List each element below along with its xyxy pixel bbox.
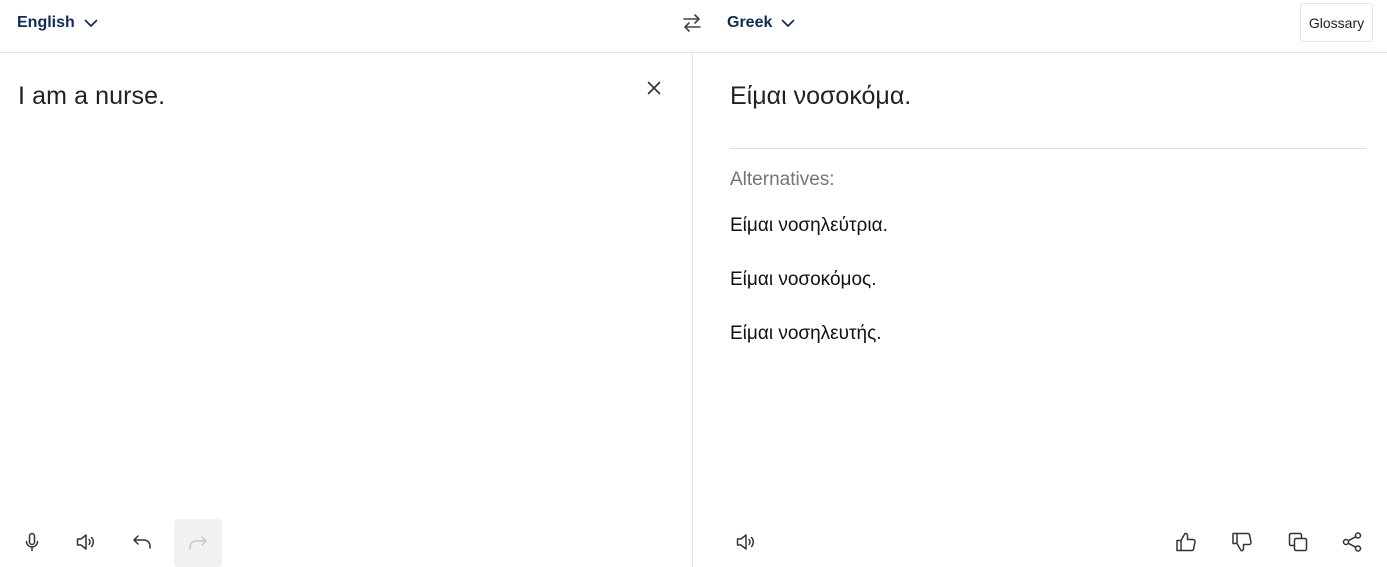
target-language-select[interactable]: Greek bbox=[727, 0, 796, 46]
swap-arrows-icon bbox=[683, 14, 701, 32]
alternatives-divider bbox=[730, 148, 1366, 149]
bad-translation-button[interactable] bbox=[1222, 522, 1262, 562]
speaker-icon bbox=[736, 534, 754, 550]
source-text-input[interactable]: I am a nurse. bbox=[18, 82, 165, 111]
chevron-down-icon bbox=[782, 19, 795, 27]
listen-translation-button[interactable] bbox=[726, 522, 766, 562]
glossary-button[interactable]: Glossary bbox=[1300, 3, 1373, 42]
translation-output: Είμαι νοσοκόμα. bbox=[730, 82, 912, 110]
redo-icon bbox=[189, 536, 207, 550]
speaker-icon bbox=[76, 534, 94, 550]
panel-divider bbox=[692, 53, 693, 567]
chevron-down-icon bbox=[84, 19, 98, 27]
microphone-icon bbox=[25, 532, 39, 552]
listen-source-button[interactable] bbox=[66, 522, 106, 562]
clear-text-button[interactable] bbox=[642, 76, 666, 100]
good-translation-button[interactable] bbox=[1166, 522, 1206, 562]
target-language-label: Greek bbox=[727, 14, 773, 31]
microphone-button[interactable] bbox=[12, 522, 52, 562]
copy-icon bbox=[1288, 532, 1308, 552]
share-translation-button[interactable] bbox=[1332, 522, 1372, 562]
thumbs-up-icon bbox=[1176, 532, 1196, 552]
copy-translation-button[interactable] bbox=[1278, 522, 1318, 562]
source-language-select[interactable]: English bbox=[17, 0, 99, 46]
redo-button[interactable] bbox=[174, 519, 222, 567]
alternative-item[interactable]: Είμαι νοσηλεύτρια. bbox=[730, 215, 888, 237]
alternative-item[interactable]: Είμαι νοσοκόμος. bbox=[730, 269, 876, 291]
undo-button[interactable] bbox=[122, 522, 162, 562]
source-language-label: English bbox=[17, 14, 75, 31]
share-icon bbox=[1342, 532, 1362, 552]
thumbs-down-icon bbox=[1232, 532, 1252, 552]
alternatives-heading: Alternatives: bbox=[730, 169, 835, 190]
alternative-item[interactable]: Είμαι νοσηλευτής. bbox=[730, 323, 882, 345]
undo-icon bbox=[133, 535, 151, 549]
top-bar: English Greek Glossary bbox=[0, 0, 1387, 53]
clear-icon bbox=[647, 81, 661, 95]
swap-languages-button[interactable] bbox=[678, 9, 706, 37]
